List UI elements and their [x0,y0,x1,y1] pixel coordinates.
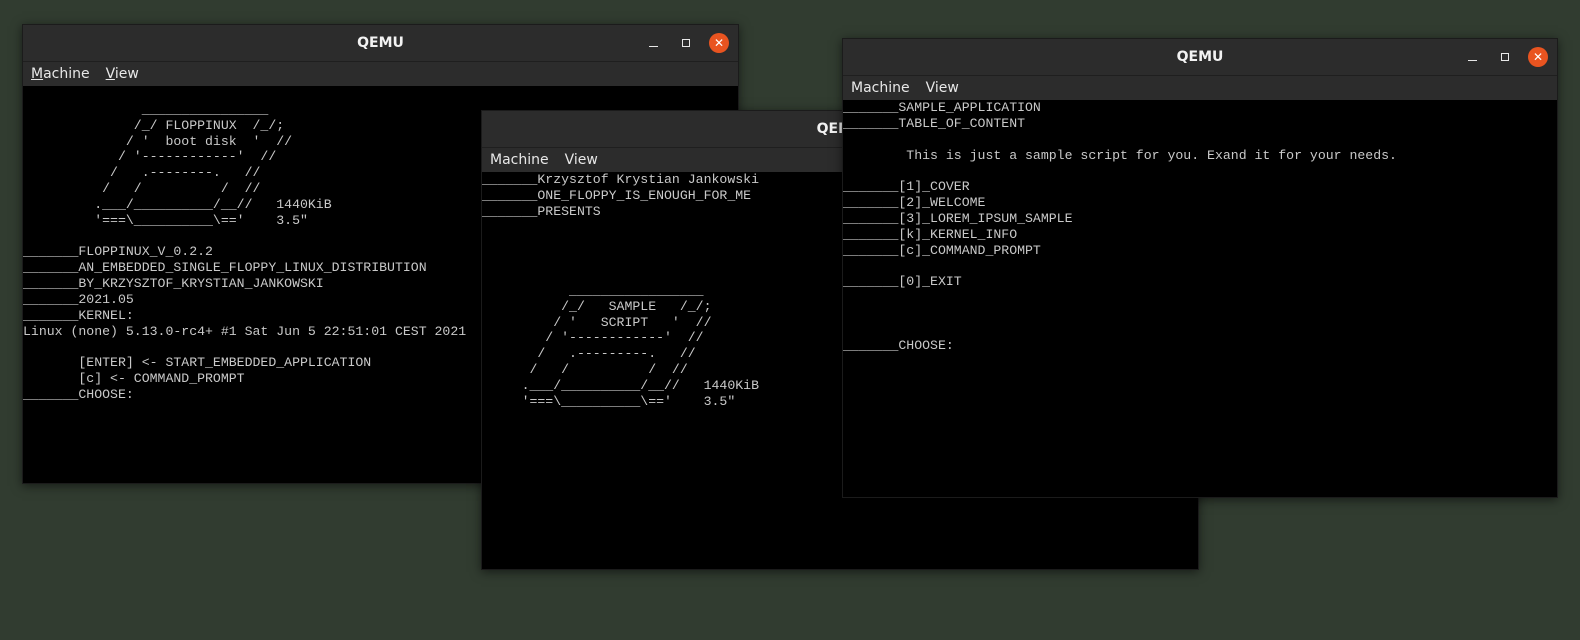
console-line: _______[0]_EXIT [843,274,962,290]
menu-machine[interactable]: Machine [490,152,549,168]
maximize-button[interactable] [673,25,699,61]
close-button[interactable]: ✕ [706,25,732,61]
minimize-icon [1467,59,1477,61]
minimize-button[interactable] [1459,39,1485,75]
window-title: QEMU [1176,49,1224,65]
vm-display[interactable]: _______SAMPLE_APPLICATION _______TABLE_OF… [843,100,1557,497]
menu-machine[interactable]: Machine [851,80,910,96]
window-title: QEMU [357,35,404,51]
console-line: _______SAMPLE_APPLICATION [843,100,1041,115]
console-line: _______[c]_COMMAND_PROMPT [843,242,1041,258]
menu-machine-rest: achine [43,66,90,82]
minimize-icon [648,45,658,47]
menu-view-mnemonic: V [105,66,115,82]
menu-view[interactable]: View [106,66,139,82]
menubar: Machine View [23,62,738,86]
menu-machine[interactable]: Machine [31,66,90,82]
close-icon: ✕ [1532,50,1544,64]
console-line: _______TABLE_OF_CONTENT [843,115,1026,131]
close-icon: ✕ [713,36,725,50]
close-button[interactable]: ✕ [1525,39,1551,75]
window-titlebar[interactable]: QEMU ✕ [843,39,1557,76]
maximize-icon [1501,53,1509,61]
console-line: _______[1]_COVER [843,179,970,195]
maximize-button[interactable] [1492,39,1518,75]
console-line: _______[2]_WELCOME [843,195,986,211]
menu-view-rest: iew [114,66,139,82]
menubar: Machine View [843,76,1557,100]
menu-view[interactable]: View [926,80,959,96]
console-line: _______[k]_KERNEL_INFO [843,226,1018,242]
window-titlebar[interactable]: QEMU ✕ [23,25,738,62]
menu-view[interactable]: View [565,152,598,168]
menu-machine-mnemonic: M [31,66,44,82]
console-line: _______[3]_LOREM_IPSUM_SAMPLE [843,210,1073,226]
console-line: _______CHOOSE: [843,337,954,353]
minimize-button[interactable] [640,25,666,61]
maximize-icon [682,39,690,47]
qemu-window-sample-application[interactable]: QEMU ✕ Machine View _______SAMPLE_APPLIC… [842,38,1558,498]
console-line: This is just a sample script for you. Ex… [843,147,1397,163]
